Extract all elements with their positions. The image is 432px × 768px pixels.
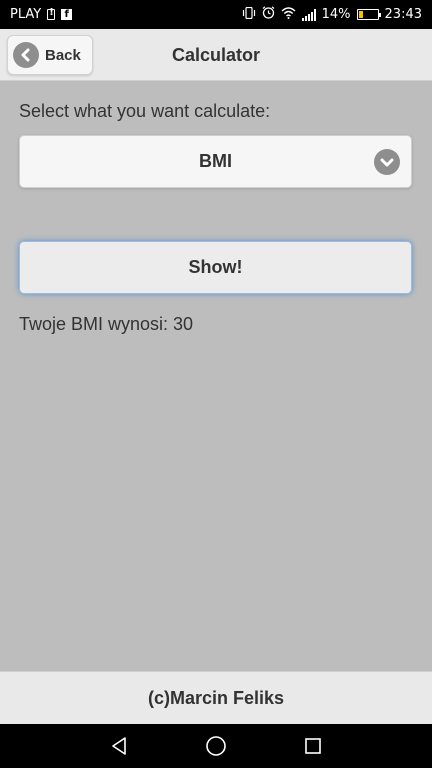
back-button[interactable]: Back: [7, 35, 93, 75]
facebook-icon: f: [61, 9, 73, 20]
calculation-type-select[interactable]: BMI: [19, 135, 412, 188]
wifi-icon: [281, 6, 296, 23]
app-header: Back Calculator: [0, 29, 432, 81]
show-button[interactable]: Show!: [19, 241, 412, 294]
signal-icon: [301, 8, 316, 21]
status-time: 23:43: [384, 7, 422, 22]
carrier-name: PLAY: [10, 7, 42, 22]
battery-icon: [356, 9, 381, 20]
select-label: Select what you want calculate:: [19, 101, 271, 121]
vibrate-icon: [242, 6, 256, 23]
status-bar-right: 14% 23:43: [242, 6, 432, 23]
select-value: BMI: [199, 151, 232, 171]
chevron-left-icon: [13, 42, 39, 68]
sim-alert-icon: [47, 7, 56, 20]
alarm-icon: [262, 6, 275, 23]
back-button-label: Back: [45, 46, 81, 64]
home-circle-icon[interactable]: [204, 734, 228, 758]
recents-square-icon[interactable]: [301, 734, 325, 758]
navigation-bar: [0, 724, 432, 768]
footer-credit: (c)Marcin Feliks: [0, 671, 432, 724]
chevron-down-icon: [374, 149, 400, 175]
battery-percent: 14%: [321, 7, 351, 22]
status-bar-left: PLAY f: [0, 7, 73, 22]
status-bar: PLAY f 14% 23:43: [0, 0, 432, 29]
back-triangle-icon[interactable]: [107, 734, 131, 758]
main-content: Select what you want calculate: BMI Show…: [0, 81, 432, 671]
result-text: Twoje BMI wynosi: 30: [19, 314, 194, 334]
